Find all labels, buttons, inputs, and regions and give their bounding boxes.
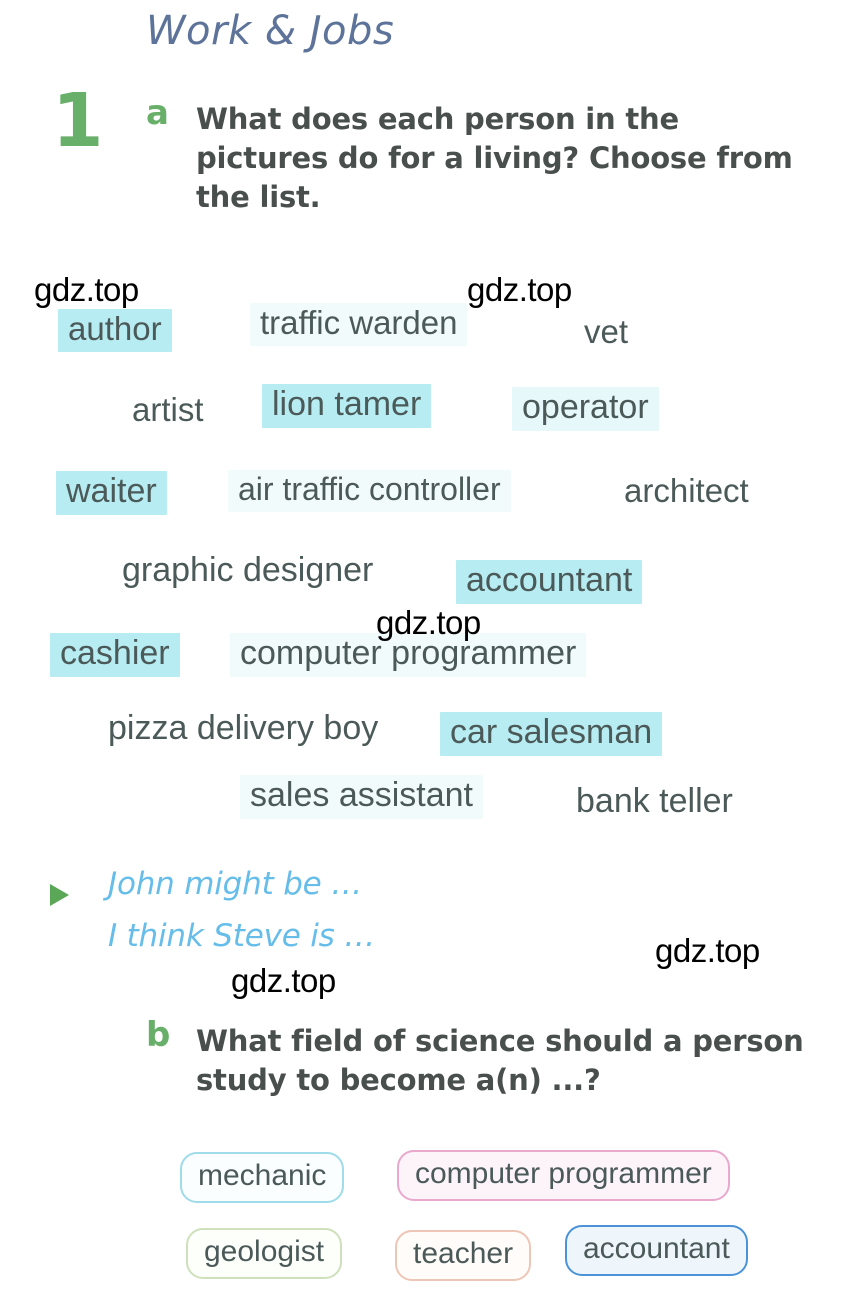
science-field-pill[interactable]: computer programmer [397, 1150, 730, 1201]
watermark: gdz.top [376, 604, 481, 641]
science-field-pill[interactable]: mechanic [180, 1152, 345, 1203]
science-field-options: mechanic computer programmer geologist teac… [0, 0, 847, 1316]
watermark: gdz.top [655, 932, 760, 969]
science-field-pill[interactable]: teacher [395, 1230, 532, 1281]
watermark: gdz.top [34, 271, 139, 308]
science-field-pill[interactable]: geologist [186, 1228, 343, 1279]
science-field-pill[interactable]: accountant [565, 1225, 748, 1276]
watermark: gdz.top [231, 962, 336, 999]
watermark: gdz.top [467, 271, 572, 308]
